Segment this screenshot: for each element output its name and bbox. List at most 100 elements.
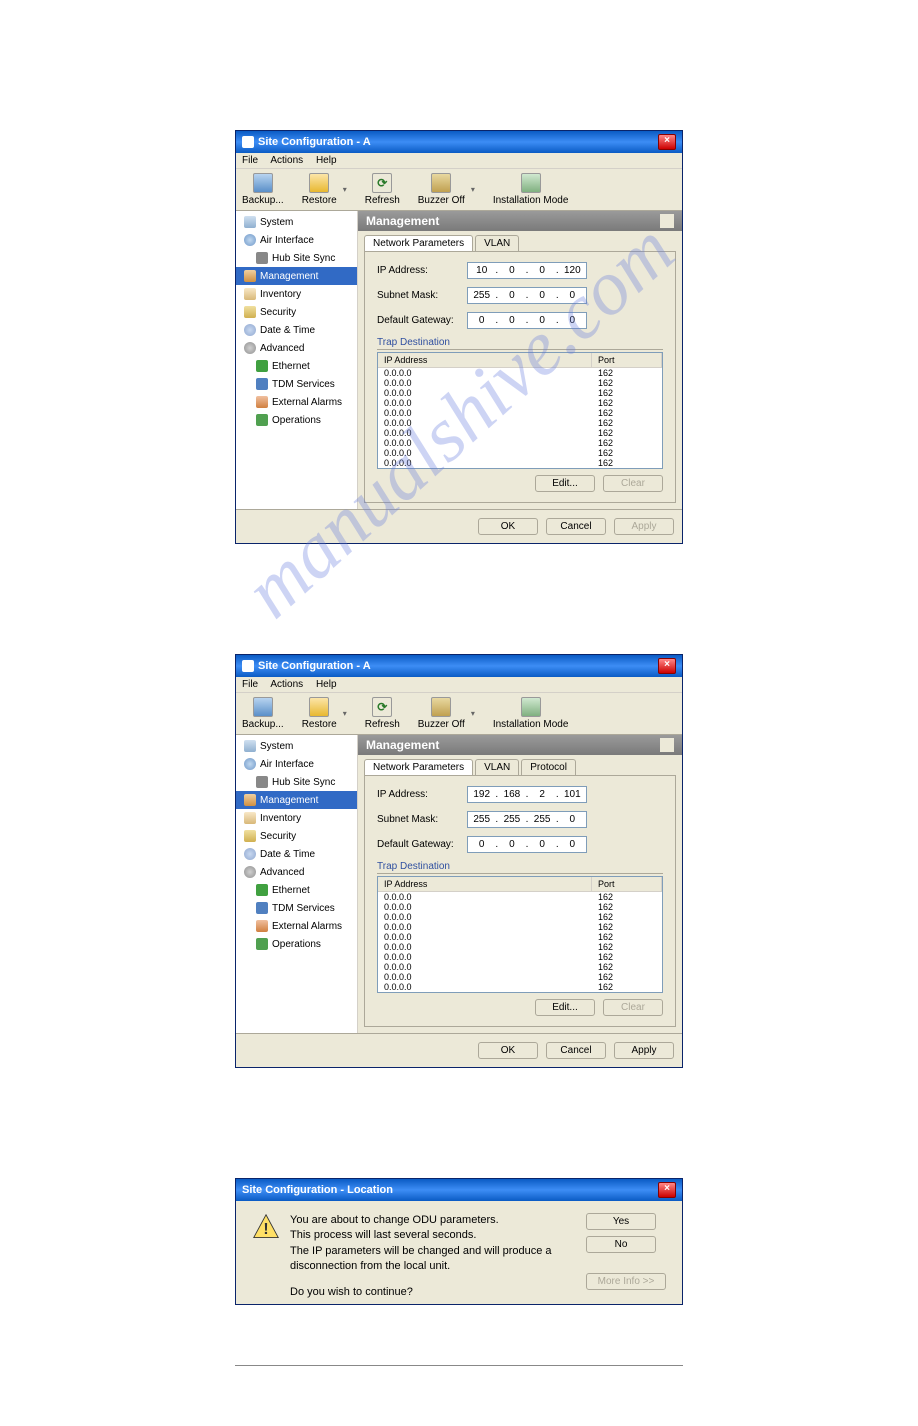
chevron-down-icon[interactable]: ▾ [471, 709, 475, 718]
table-row[interactable]: 0.0.0.0162 [378, 368, 662, 378]
gateway-input[interactable]: 0.0.0.0 [467, 836, 587, 853]
sidebar-item-system[interactable]: System [236, 737, 357, 755]
cancel-button[interactable]: Cancel [546, 1042, 606, 1059]
titlebar[interactable]: Site Configuration - A × [236, 131, 682, 153]
chevron-down-icon[interactable]: ▾ [343, 709, 347, 718]
tab-network-parameters[interactable]: Network Parameters [364, 235, 473, 251]
table-row[interactable]: 0.0.0.0162 [378, 972, 662, 982]
sidebar-item-tdm[interactable]: TDM Services [236, 899, 357, 917]
sidebar-item-air[interactable]: Air Interface [236, 755, 357, 773]
table-row[interactable]: 0.0.0.0162 [378, 942, 662, 952]
table-row[interactable]: 0.0.0.0162 [378, 922, 662, 932]
menu-help[interactable]: Help [316, 155, 337, 166]
sidebar-item-hub[interactable]: Hub Site Sync [236, 773, 357, 791]
refresh-button[interactable]: ⟳Refresh [365, 697, 400, 730]
edit-button[interactable]: Edit... [535, 475, 595, 492]
table-row[interactable]: 0.0.0.0162 [378, 962, 662, 972]
menu-actions[interactable]: Actions [270, 155, 303, 166]
table-row[interactable]: 0.0.0.0162 [378, 892, 662, 902]
tab-vlan[interactable]: VLAN [475, 235, 519, 251]
table-row[interactable]: 0.0.0.0162 [378, 912, 662, 922]
sync-icon [256, 252, 268, 264]
menu-help[interactable]: Help [316, 679, 337, 690]
clear-button[interactable]: Clear [603, 999, 663, 1016]
clear-button[interactable]: Clear [603, 475, 663, 492]
edit-button[interactable]: Edit... [535, 999, 595, 1016]
restore-button[interactable]: Restore [302, 173, 337, 206]
table-row[interactable]: 0.0.0.0162 [378, 952, 662, 962]
ip-input[interactable]: 192.168.2.101 [467, 786, 587, 803]
sidebar-item-advanced[interactable]: Advanced [236, 863, 357, 881]
sidebar-item-inventory[interactable]: Inventory [236, 285, 357, 303]
table-row[interactable]: 0.0.0.0162 [378, 448, 662, 458]
restore-button[interactable]: Restore [302, 697, 337, 730]
sidebar-item-ethernet[interactable]: Ethernet [236, 881, 357, 899]
apply-button[interactable]: Apply [614, 518, 674, 535]
sidebar-item-hub[interactable]: Hub Site Sync [236, 249, 357, 267]
sidebar-item-ext-alarms[interactable]: External Alarms [236, 917, 357, 935]
buzzer-button[interactable]: Buzzer Off [418, 173, 465, 206]
subnet-input[interactable]: 255.255.255.0 [467, 811, 587, 828]
sidebar-item-operations[interactable]: Operations [236, 935, 357, 953]
dialog-footer: OK Cancel Apply [236, 509, 682, 543]
install-mode-button[interactable]: Installation Mode [493, 173, 569, 206]
close-icon[interactable]: × [658, 658, 676, 674]
install-mode-button[interactable]: Installation Mode [493, 697, 569, 730]
sidebar-item-management[interactable]: Management [236, 267, 357, 285]
sidebar-item-tdm[interactable]: TDM Services [236, 375, 357, 393]
trap-group-label: Trap Destination [377, 337, 663, 350]
service-icon [256, 902, 268, 914]
backup-button[interactable]: Backup... [242, 697, 284, 730]
table-row[interactable]: 0.0.0.0162 [378, 458, 662, 468]
table-row[interactable]: 0.0.0.0162 [378, 378, 662, 388]
table-row[interactable]: 0.0.0.0162 [378, 408, 662, 418]
table-row[interactable]: 0.0.0.0162 [378, 438, 662, 448]
sidebar-item-ethernet[interactable]: Ethernet [236, 357, 357, 375]
backup-button[interactable]: Backup... [242, 173, 284, 206]
sidebar-item-air[interactable]: Air Interface [236, 231, 357, 249]
tab-vlan[interactable]: VLAN [475, 759, 519, 775]
close-icon[interactable]: × [658, 1182, 676, 1198]
table-row[interactable]: 0.0.0.0162 [378, 428, 662, 438]
refresh-button[interactable]: ⟳Refresh [365, 173, 400, 206]
titlebar[interactable]: Site Configuration - A × [236, 655, 682, 677]
sidebar-item-security[interactable]: Security [236, 303, 357, 321]
ip-input[interactable]: 10.0.0.120 [467, 262, 587, 279]
menu-actions[interactable]: Actions [270, 679, 303, 690]
no-button[interactable]: No [586, 1236, 656, 1253]
tab-protocol[interactable]: Protocol [521, 759, 576, 775]
table-row[interactable]: 0.0.0.0162 [378, 398, 662, 408]
more-info-button[interactable]: More Info >> [586, 1273, 666, 1290]
table-row[interactable]: 0.0.0.0162 [378, 418, 662, 428]
trap-table[interactable]: IP AddressPort 0.0.0.01620.0.0.01620.0.0… [377, 352, 663, 469]
table-row[interactable]: 0.0.0.0162 [378, 932, 662, 942]
sidebar-item-system[interactable]: System [236, 213, 357, 231]
close-icon[interactable]: × [658, 134, 676, 150]
apply-button[interactable]: Apply [614, 1042, 674, 1059]
sidebar-item-advanced[interactable]: Advanced [236, 339, 357, 357]
sidebar-item-inventory[interactable]: Inventory [236, 809, 357, 827]
table-row[interactable]: 0.0.0.0162 [378, 902, 662, 912]
table-row[interactable]: 0.0.0.0162 [378, 388, 662, 398]
sidebar-item-management[interactable]: Management [236, 791, 357, 809]
tab-network-parameters[interactable]: Network Parameters [364, 759, 473, 775]
cancel-button[interactable]: Cancel [546, 518, 606, 535]
gateway-input[interactable]: 0.0.0.0 [467, 312, 587, 329]
sidebar-item-ext-alarms[interactable]: External Alarms [236, 393, 357, 411]
menu-file[interactable]: File [242, 679, 258, 690]
trap-table[interactable]: IP AddressPort 0.0.0.01620.0.0.01620.0.0… [377, 876, 663, 993]
sidebar-item-date[interactable]: Date & Time [236, 845, 357, 863]
chevron-down-icon[interactable]: ▾ [471, 185, 475, 194]
sidebar-item-security[interactable]: Security [236, 827, 357, 845]
ok-button[interactable]: OK [478, 518, 538, 535]
buzzer-button[interactable]: Buzzer Off [418, 697, 465, 730]
yes-button[interactable]: Yes [586, 1213, 656, 1230]
sidebar-item-operations[interactable]: Operations [236, 411, 357, 429]
titlebar[interactable]: Site Configuration - Location × [236, 1179, 682, 1201]
menu-file[interactable]: File [242, 155, 258, 166]
table-row[interactable]: 0.0.0.0162 [378, 982, 662, 992]
chevron-down-icon[interactable]: ▾ [343, 185, 347, 194]
subnet-input[interactable]: 255.0.0.0 [467, 287, 587, 304]
sidebar-item-date[interactable]: Date & Time [236, 321, 357, 339]
ok-button[interactable]: OK [478, 1042, 538, 1059]
